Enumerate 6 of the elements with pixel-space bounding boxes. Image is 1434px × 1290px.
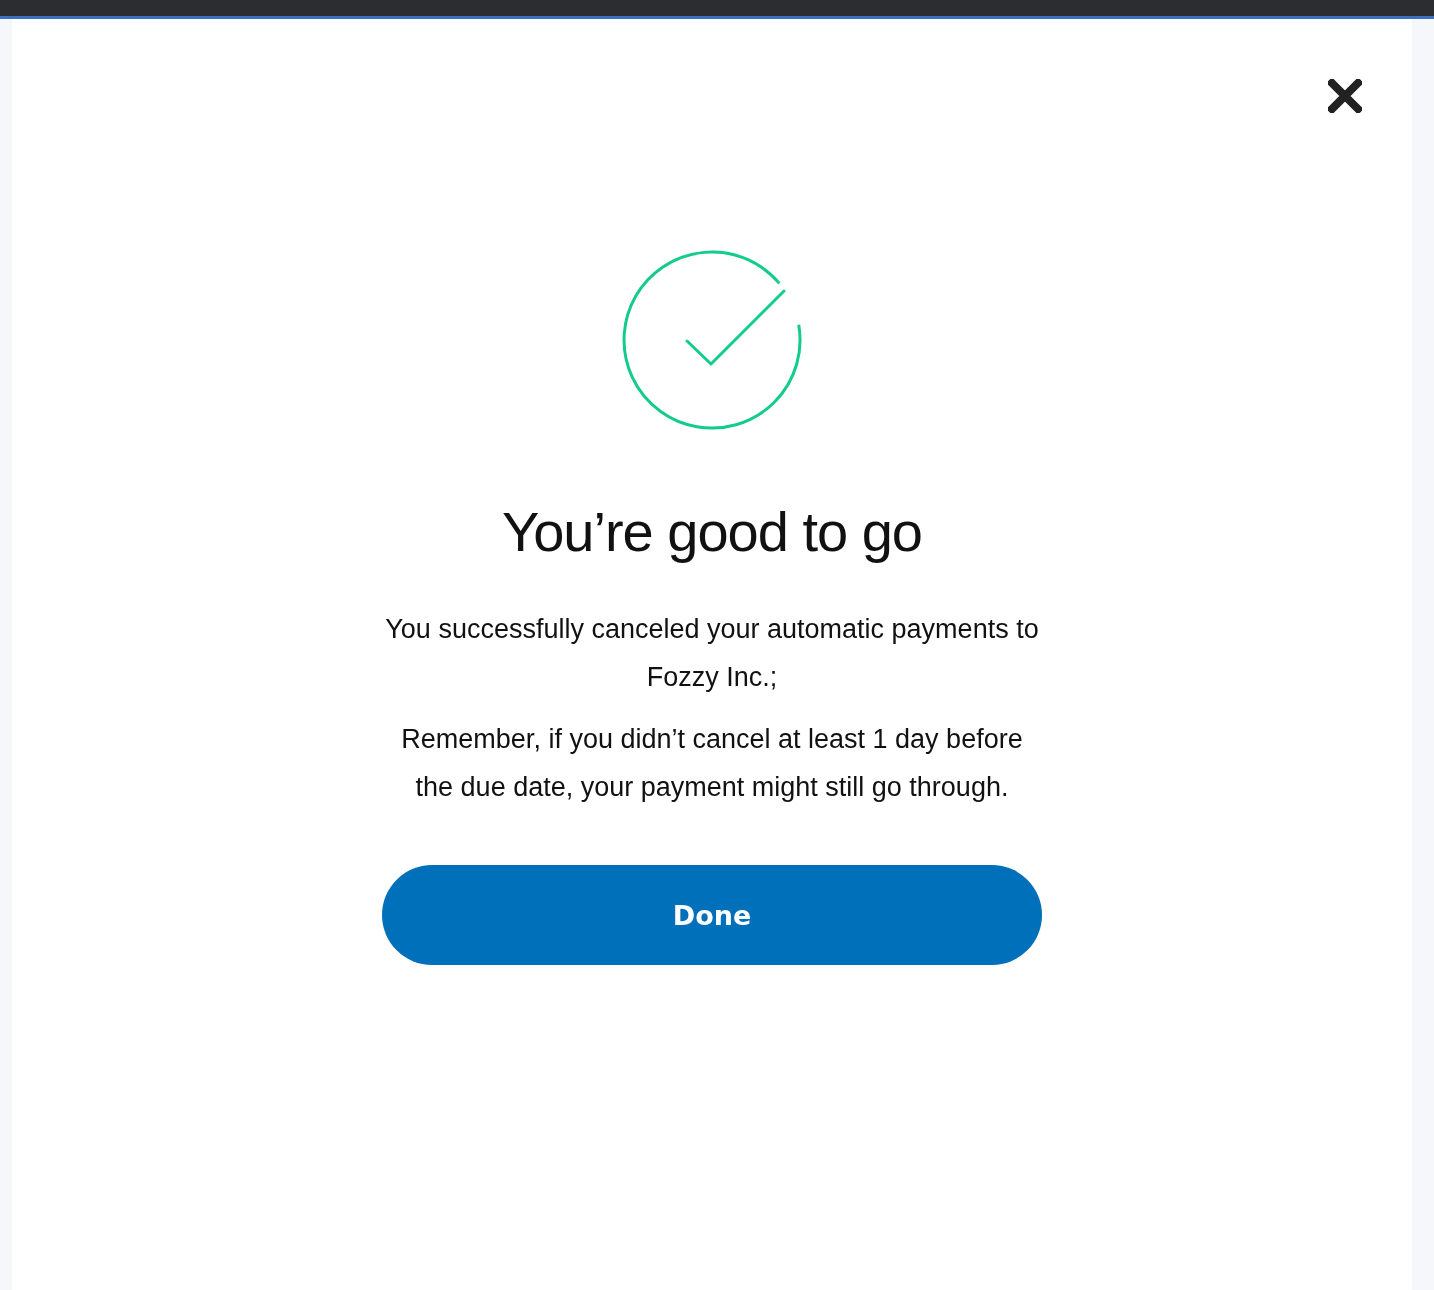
checkmark-circle-icon	[620, 248, 804, 432]
close-icon[interactable]	[1328, 79, 1362, 113]
message-text: You successfully canceled your automatic payments to Fozzy Inc.;	[384, 613, 1040, 695]
dialog-title: You’re good to go	[502, 499, 922, 565]
done-button[interactable]: Done	[382, 865, 1042, 966]
message-text: Remember, if you didn’t cancel at least 1 day before the due date, your payment might still go through.	[400, 723, 1024, 805]
